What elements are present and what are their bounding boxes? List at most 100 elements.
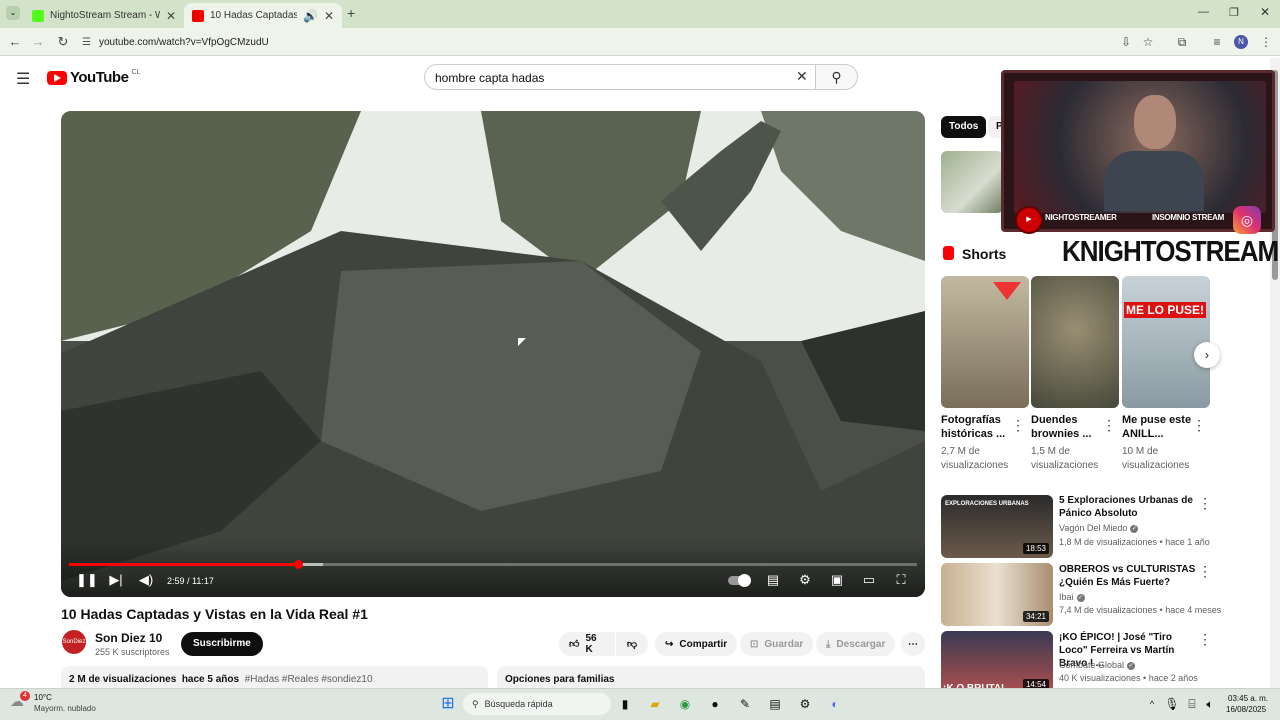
restore-button[interactable]: ❐	[1229, 6, 1239, 19]
app-icon[interactable]: ✎	[735, 694, 755, 714]
media-icon[interactable]: ≡	[1209, 34, 1225, 50]
hamburger-menu-icon[interactable]: ☰	[16, 69, 30, 89]
clock-time[interactable]: 03:45 a. m.	[1228, 694, 1268, 703]
tab-hadas[interactable]: 10 Hadas Captadas y Vistas 🔊 ✕	[184, 3, 342, 28]
extensions-icon[interactable]: ⧉	[1174, 34, 1190, 50]
clock-date[interactable]: 16/08/2025	[1226, 705, 1266, 714]
more-actions-button[interactable]: ⋯	[901, 632, 925, 656]
progress-scrubber[interactable]	[293, 560, 303, 569]
file-explorer-icon[interactable]: ▰	[645, 694, 665, 714]
related-menu-2[interactable]: ⋮	[1198, 563, 1212, 580]
youtube-favicon-icon	[192, 9, 204, 22]
browser-menu-icon[interactable]: ⋮	[1258, 34, 1274, 50]
weather-desc: Mayorm. nublado	[34, 704, 96, 713]
related-thumbnail-2[interactable]: 34:21	[941, 563, 1053, 626]
tab-nightostream[interactable]: NightoStream Stream - Watch ✕	[24, 3, 184, 28]
related-channel-1[interactable]: Vagón Del Miedo ✓	[1059, 523, 1139, 533]
short-thumbnail-2[interactable]	[1031, 276, 1119, 408]
url-field[interactable]: ☰ youtube.com/watch?v=VfpOgCMzudU	[82, 32, 1132, 52]
taskbar-search[interactable]: ⚲ Búsqueda rápida	[463, 693, 611, 715]
microphone-icon[interactable]: 🎙︎	[1162, 694, 1182, 714]
settings-gear-icon[interactable]: ⚙	[796, 572, 814, 588]
duration-badge: 18:53	[1022, 543, 1049, 554]
forward-icon[interactable]: →	[30, 34, 46, 50]
volume-icon[interactable]: ◀)	[137, 572, 155, 588]
windows-taskbar	[0, 688, 1280, 720]
clear-search-icon[interactable]: ✕	[796, 68, 808, 85]
obs-icon[interactable]: ●	[705, 694, 725, 714]
speaker-icon[interactable]: 🔊	[303, 9, 318, 23]
related-thumbnail-3[interactable]: ¡K.O BRUTAL 14:54	[941, 631, 1053, 694]
short-title-2[interactable]: Duendes brownies ...	[1031, 413, 1109, 441]
like-button[interactable]: 👍︎ 56 K	[559, 632, 615, 656]
mouse-cursor	[518, 338, 526, 346]
channel-avatar[interactable]: SonDiez	[62, 630, 86, 654]
player-controls-gradient	[61, 540, 925, 597]
short-title-3[interactable]: Me puse este ANILL...	[1122, 413, 1200, 441]
taskbar-search-icon: ⚲	[472, 698, 479, 709]
minimize-button[interactable]: —	[1198, 6, 1209, 18]
video-title: 10 Hadas Captadas y Vistas en la Vida Re…	[61, 606, 368, 622]
theater-mode-icon[interactable]: ▭	[860, 572, 878, 588]
subscriber-count: 255 K suscriptores	[95, 647, 170, 657]
short-menu-1[interactable]: ⋮	[1011, 417, 1025, 434]
related-menu-1[interactable]: ⋮	[1198, 495, 1212, 512]
reload-icon[interactable]: ↻	[55, 34, 71, 50]
description-box[interactable]: 2 M de visualizaciones hace 5 años #Hada…	[61, 666, 488, 690]
family-options-box[interactable]: Opciones para familias	[497, 666, 925, 690]
short-thumbnail-1[interactable]	[941, 276, 1029, 408]
notes-icon[interactable]: ▤	[765, 694, 785, 714]
short-menu-3[interactable]: ⋮	[1192, 417, 1206, 434]
share-button[interactable]: ↪ Compartir	[655, 632, 738, 656]
task-view-icon[interactable]: ▮	[615, 694, 635, 714]
discord-icon[interactable]: ◐	[825, 694, 845, 714]
profile-avatar[interactable]: N	[1234, 35, 1248, 49]
related-title-2[interactable]: OBREROS vs CULTURISTAS ¿Quién Es Más Fue…	[1059, 563, 1199, 589]
related-thumbnail-1[interactable]: EXPLORACIONES URBANAS 18:53	[941, 495, 1053, 558]
short-menu-2[interactable]: ⋮	[1102, 417, 1116, 434]
channel-name[interactable]: Son Diez 10	[95, 631, 162, 645]
search-input[interactable]: hombre capta hadas	[424, 64, 816, 90]
tray-chevron-icon[interactable]: ^	[1142, 694, 1162, 714]
youtube-logo[interactable]: YouTube CL	[47, 69, 140, 86]
close-tab-icon[interactable]: ✕	[166, 9, 176, 23]
save-button[interactable]: ⊡ Guardar	[740, 632, 814, 656]
windows-start-icon[interactable]: ⊞	[438, 694, 458, 714]
install-icon[interactable]: ⇩	[1118, 34, 1134, 50]
search-icon: ⚲	[831, 69, 842, 85]
settings-icon[interactable]: ⚙	[795, 694, 815, 714]
video-player[interactable]	[61, 111, 925, 597]
next-icon[interactable]: ▶|	[107, 572, 125, 588]
new-tab-button[interactable]: +	[347, 5, 355, 21]
fullscreen-icon[interactable]: ⛶	[892, 572, 910, 588]
miniplayer-icon[interactable]: ▣	[828, 572, 846, 588]
dislike-button[interactable]: 👎︎	[616, 632, 648, 656]
network-icon[interactable]: ⌸	[1182, 694, 1202, 714]
subscribe-button[interactable]: Suscribirme	[181, 632, 263, 656]
related-top-thumbnail[interactable]	[941, 151, 1003, 213]
short-title-1[interactable]: Fotografías históricas ...	[941, 413, 1019, 441]
subtitles-icon[interactable]: ▤	[764, 572, 782, 588]
autoplay-toggle[interactable]	[728, 574, 751, 587]
back-icon[interactable]: ←	[7, 34, 23, 50]
related-channel-3[interactable]: Combate Global ✓	[1059, 660, 1136, 670]
speaker-tray-icon[interactable]: 🔈︎	[1200, 694, 1220, 714]
related-meta-2: 7,4 M de visualizaciones • hace 4 meses	[1059, 605, 1222, 615]
chrome-icon[interactable]: ◉	[675, 694, 695, 714]
streamer-head	[1134, 95, 1176, 149]
close-window-button[interactable]: ✕	[1260, 5, 1270, 19]
close-tab-icon[interactable]: ✕	[324, 9, 334, 23]
short-thumbnail-3[interactable]: ME LO PUSE!	[1122, 276, 1210, 408]
search-button[interactable]: ⚲	[816, 64, 858, 90]
chip-todos[interactable]: Todos	[941, 116, 987, 138]
pause-icon[interactable]: ❚❚	[76, 572, 98, 588]
related-title-1[interactable]: 5 Exploraciones Urbanas de Pánico Absolu…	[1059, 494, 1199, 520]
tab-list-button[interactable]: ⌄	[6, 6, 20, 20]
related-channel-2[interactable]: Ibai ✓	[1059, 592, 1085, 602]
related-meta-1: 1,8 M de visualizaciones • hace 1 año	[1059, 537, 1210, 547]
related-menu-3[interactable]: ⋮	[1198, 631, 1212, 648]
site-info-icon[interactable]: ☰	[82, 37, 91, 48]
shorts-next-button[interactable]: ›	[1194, 342, 1220, 368]
download-button[interactable]: ⤓ Descargar	[816, 632, 896, 656]
bookmark-star-icon[interactable]: ☆	[1140, 34, 1156, 50]
